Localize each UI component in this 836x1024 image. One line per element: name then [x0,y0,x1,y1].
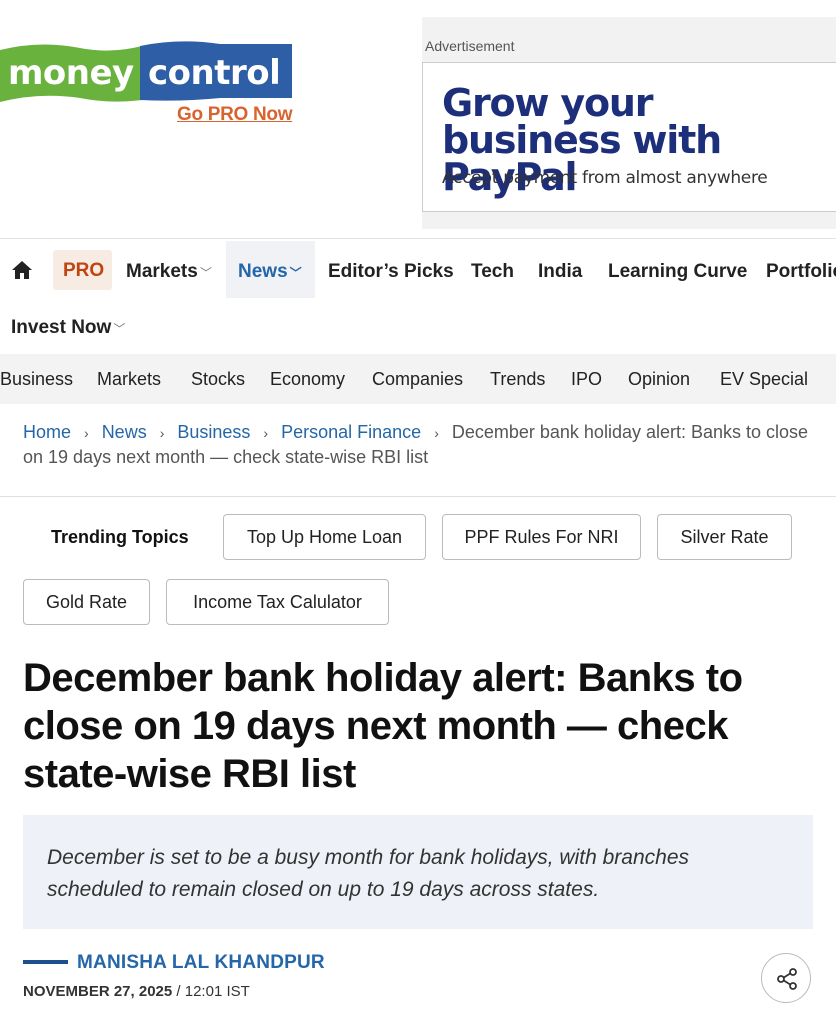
breadcrumb-home[interactable]: Home [23,422,71,442]
author-accent-bar [23,960,68,964]
nav-item-invest-now[interactable]: Invest Now ﹀ [11,317,125,339]
nav-item-markets[interactable]: Markets ﹀ [126,261,212,283]
breadcrumb-business[interactable]: Business [177,422,250,442]
nav-item-tech[interactable]: Tech [471,261,514,283]
chevron-down-icon: ﹀ [199,266,212,280]
trending-topic-chip[interactable]: PPF Rules For NRI [442,514,641,560]
share-button[interactable] [761,953,811,1003]
trending-topics-label: Trending Topics [51,527,189,547]
nav-item-india[interactable]: India [538,261,582,283]
article-summary: December is set to be a busy month for b… [47,846,689,901]
article-summary-box: December is set to be a busy month for b… [23,815,813,929]
breadcrumb-separator-icon: › [263,425,269,441]
breadcrumb-news[interactable]: News [102,422,147,442]
nav-item-news[interactable]: News ﹀ [226,241,315,298]
trending-topic-chip[interactable]: Top Up Home Loan [223,514,426,560]
article-time: 12:01 IST [184,983,250,1000]
trending-topic-chip[interactable]: Gold Rate [23,579,150,625]
nav-item-markets-label: Markets [126,261,198,282]
sub-nav: Business Markets Stocks Economy Companie… [0,354,836,404]
main-nav: PRO Markets ﹀ News ﹀ Editor’s Picks Tech I… [0,238,836,355]
breadcrumb-separator-icon: › [84,425,89,441]
nav-item-portfolio[interactable]: Portfolio [766,261,836,283]
author-name[interactable]: MANISHA LAL KHANDPUR [77,952,325,974]
go-pro-link[interactable]: Go PRO Now [177,104,293,126]
nav-item-pro[interactable]: PRO [53,250,112,290]
ad-label: Advertisement [425,38,515,54]
nav-item-learning-curve[interactable]: Learning Curve [608,261,747,283]
nav-item-news-label: News ﹀ [238,261,302,283]
subnav-item-ipo[interactable]: IPO [571,369,602,390]
article-dateline: NOVEMBER 27, 2025 / 12:01 IST [23,983,250,1000]
nav-item-pro-label: PRO [63,260,105,281]
subnav-item-trends[interactable]: Trends [490,369,545,390]
logo-text-control: control [148,53,281,93]
breadcrumb-personal-finance[interactable]: Personal Finance [281,422,421,442]
trending-topic-chip[interactable]: Income Tax Calulator [166,579,389,625]
subnav-item-opinion[interactable]: Opinion [628,369,690,390]
share-icon [777,968,797,990]
subnav-item-economy[interactable]: Economy [270,369,345,390]
subnav-item-markets[interactable]: Markets [97,369,161,390]
breadcrumb: Home › News › Business › Personal Finance › Dece… [23,420,813,469]
article-date: NOVEMBER 27, 2025 [23,983,173,1000]
article-headline: December bank holiday alert: Banks to cl… [23,656,743,796]
trending-topic-chip[interactable]: Silver Rate [657,514,792,560]
breadcrumb-separator-icon: › [159,425,165,441]
subnav-item-ev-special[interactable]: EV Special [720,369,808,390]
subnav-item-companies[interactable]: Companies [372,369,463,390]
breadcrumb-separator-icon: › [434,425,439,441]
home-icon[interactable] [11,259,33,281]
chevron-down-icon: ﹀ [289,266,302,280]
chevron-down-icon: ﹀ [113,322,126,336]
nav-item-editors-picks[interactable]: Editor’s Picks [328,261,454,283]
advertisement: Advertisement Grow your business with Pa… [422,17,836,229]
subnav-item-business[interactable]: Business [0,369,73,390]
ad-subtext: Accept payment from almost anywhere [442,168,768,188]
nav-item-invest-now-label: Invest Now [11,317,112,338]
divider [0,496,836,497]
nav-news-text: News [238,261,288,282]
subnav-item-stocks[interactable]: Stocks [191,369,245,390]
ad-banner[interactable]: Grow your business with PayPal Accept pa… [422,62,836,212]
logo-text-money: money [8,53,134,93]
site-header: money control Go PRO Now Advertisement G… [0,0,836,238]
